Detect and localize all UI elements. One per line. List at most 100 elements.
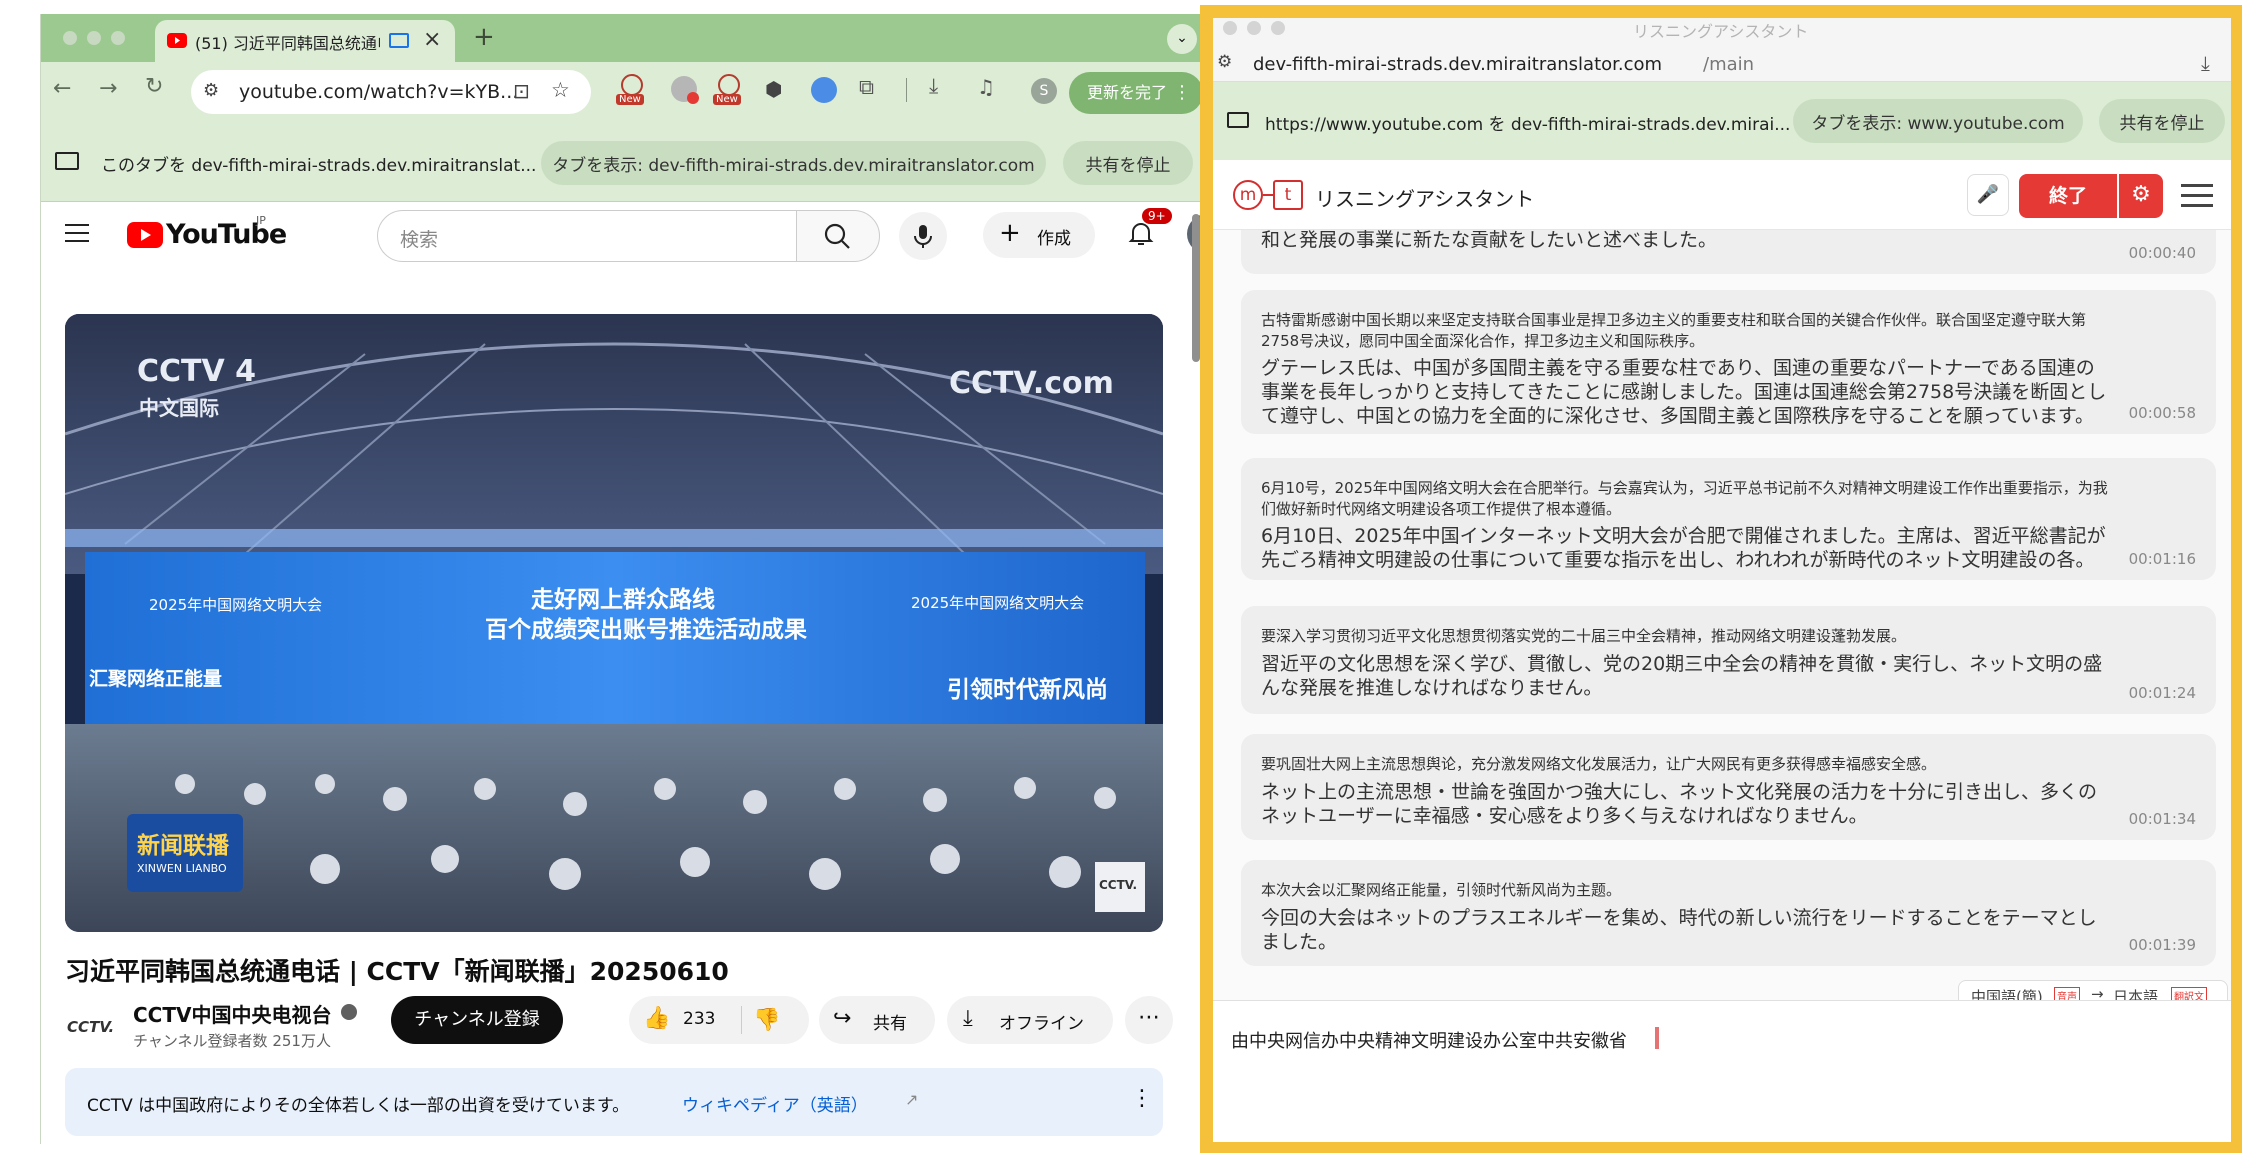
window-zoom-button[interactable] (111, 31, 125, 45)
assistant-window-title: リスニングアシスタント (1633, 22, 1809, 41)
transcript-card: 古特雷斯感谢中国长期以来坚定支持联合国事业是捍卫多边主义的重要支柱和联合国的关键… (1241, 290, 2216, 434)
assistant-download-icon[interactable]: ⤓ (2201, 51, 2210, 75)
youtube-logo-icon[interactable] (127, 222, 163, 248)
extension-shield-icon[interactable] (811, 77, 837, 103)
transcript-translation: ネット上の主流思想・世論を強固かつ強大にし、ネット文化発展の活力を十分に引き出し… (1261, 781, 2098, 827)
target-language: 日本語 (2113, 988, 2159, 1000)
assistant-site-info-icon[interactable]: ⚙ (1217, 52, 1232, 72)
assistant-close-button[interactable] (1223, 21, 1237, 35)
live-transcription-area: 由中央网信办中央精神文明建设办公室中共安徽省 (1213, 1000, 2231, 1142)
reload-icon[interactable]: ↻ (145, 74, 163, 99)
assistant-minimize-button[interactable] (1247, 21, 1261, 35)
plus-icon: + (999, 218, 1021, 248)
transcript-source: 6月10号，2025年中国网络文明大会在合肥举行。与会嘉宾认为，习近平总书记前不… (1261, 479, 2108, 518)
app-logo-connector (1263, 194, 1273, 196)
update-button[interactable]: 更新を完了 ⋮ (1069, 72, 1203, 114)
transcript-translation: 習近平の文化思想を深く学び、貫徹し、党の20期三中全会の精神を貫徹・実行し、ネッ… (1261, 653, 2103, 699)
search-button[interactable] (796, 210, 880, 262)
youtube-favicon-icon (167, 33, 187, 48)
media-controls-icon[interactable]: ♫ (977, 75, 995, 99)
tab-search-chevron-icon[interactable]: ⌄ (1167, 24, 1197, 54)
transcript-list[interactable]: 和と発展の事業に新たな貢献をしたいと述べました。 00:00:40 古特雷斯感谢… (1213, 230, 2231, 1000)
wikipedia-link[interactable]: ウィキペディア（英語） (682, 1091, 868, 1116)
more-actions-icon[interactable]: ⋯ (1125, 996, 1173, 1044)
extension-new-2-icon[interactable]: New (713, 74, 745, 110)
forward-arrow-icon[interactable]: → (99, 76, 117, 101)
assistant-url-host: dev-fifth-mirai-strads.dev.miraitranslat… (1253, 54, 1663, 75)
bookmark-star-icon[interactable]: ☆ (551, 78, 570, 102)
transcript-source: 本次大会以汇聚网络正能量，引领时代新风尚为主题。 (1261, 881, 1622, 899)
assistant-zoom-button[interactable] (1271, 21, 1285, 35)
stop-sharing-button[interactable]: 共有を停止 (1063, 141, 1193, 185)
end-session-button[interactable]: 終了 (2019, 174, 2117, 218)
profile-avatar[interactable]: S (1031, 78, 1057, 104)
transcript-translation: 6月10日、2025年中国インターネット文明大会が合肥で開催されました。主席は、… (1261, 525, 2106, 571)
youtube-logo-text[interactable]: YouTube (166, 219, 287, 250)
notifications-button[interactable]: 9+ (1126, 208, 1172, 248)
info-more-icon[interactable]: ⋮ (1131, 1086, 1153, 1111)
browser-menu-icon[interactable]: ⋮ (1173, 72, 1191, 114)
tab-youtube[interactable]: (51) 习近平同韩国总统通电话 × (155, 20, 455, 62)
extension-blocked-icon[interactable] (671, 76, 699, 104)
tab-close-icon[interactable]: × (423, 27, 441, 52)
window-minimize-button[interactable] (87, 31, 101, 45)
youtube-region-label: JP (256, 214, 266, 227)
back-arrow-icon[interactable]: ← (53, 76, 71, 101)
channel-name[interactable]: CCTV中国中央电视台 (133, 999, 331, 1028)
show-tab-button[interactable]: タブを表示: dev-fifth-mirai-strads.dev.mirait… (541, 141, 1046, 185)
youtube-page: YouTube JP 検索 + 作成 9+ S (41, 202, 1203, 1144)
assistant-show-tab-button[interactable]: タブを表示: www.youtube.com (1793, 99, 2083, 143)
extensions-puzzle-icon[interactable]: ⧉ (859, 75, 874, 100)
tab-strip: (51) 习近平同韩国总统通电话 × + ⌄ (41, 14, 1203, 62)
like-divider (741, 1006, 742, 1034)
transcript-card: 6月10号，2025年中国网络文明大会在合肥举行。与会嘉宾认为，习近平总书记前不… (1241, 458, 2216, 580)
assistant-stop-sharing-button[interactable]: 共有を停止 (2099, 99, 2225, 143)
language-pair-indicator[interactable]: 中国語(簡) 音声 → 日本語 翻訳文 (1958, 980, 2228, 1000)
window-close-button[interactable] (63, 31, 77, 45)
assistant-url-path: /main (1703, 54, 1755, 75)
extension-cube-icon[interactable]: ⬢ (765, 77, 782, 101)
address-bar[interactable]: ⚙ youtube.com/watch?v=kYB... ⊡ ☆ (191, 70, 591, 114)
video-player[interactable]: CCTV 4 中文国际 CCTV.com 2025年中国网络文明大会 2025年… (65, 314, 1163, 932)
sharing-screen-icon (55, 152, 79, 170)
transcript-source: 古特雷斯感谢中国长期以来坚定支持联合国事业是捍卫多边主义的重要支柱和联合国的关键… (1261, 311, 2087, 350)
voice-search-button[interactable] (899, 212, 947, 260)
search-input[interactable]: 検索 (377, 210, 797, 262)
like-dislike-group: 👍 233 👍 (629, 996, 809, 1044)
install-app-icon[interactable]: ⊡ (513, 79, 530, 103)
new-tab-button[interactable]: + (473, 22, 495, 52)
transcript-timestamp: 00:00:58 (2128, 404, 2196, 422)
assistant-sharing-bar: https://www.youtube.com を dev-fifth-mira… (1213, 82, 2231, 160)
search-placeholder: 検索 (400, 229, 439, 251)
offline-download-button[interactable]: ⤓ オフライン (947, 996, 1113, 1044)
create-label: 作成 (1037, 229, 1071, 249)
target-language-tag: 翻訳文 (2171, 987, 2207, 1000)
download-icon: ⤓ (963, 1006, 973, 1031)
assistant-address-bar[interactable]: ⚙ dev-fifth-mirai-strads.dev.miraitransl… (1213, 48, 2231, 82)
subscribe-button[interactable]: チャンネル登録 (391, 996, 563, 1044)
page-scrollbar[interactable] (1192, 214, 1200, 362)
downloads-icon[interactable]: ⤓ (929, 74, 938, 99)
menu-hamburger-icon[interactable] (2181, 184, 2213, 208)
screen-slogan-line1: 走好网上群众路线 (531, 587, 715, 613)
channel-avatar[interactable]: CCTV. (65, 1002, 117, 1054)
like-button[interactable]: 👍 (643, 1006, 670, 1031)
listening-assistant-window: リスニングアシスタント ⚙ dev-fifth-mirai-strads.dev… (1213, 18, 2231, 1142)
language-arrow-icon: → (2091, 985, 2104, 1000)
settings-gear-icon[interactable]: ⚙ (2119, 174, 2163, 218)
share-button[interactable]: ↪ 共有 (819, 996, 935, 1044)
youtube-browser-window: (51) 习近平同韩国总统通电话 × + ⌄ ← → ↻ ⚙ youtube.c… (40, 14, 1203, 1144)
hamburger-menu-icon[interactable] (65, 222, 89, 242)
source-language: 中国語(簡) (1971, 988, 2043, 1000)
extension-new-1-icon[interactable]: New (616, 74, 648, 110)
dislike-button[interactable]: 👍 (753, 1006, 780, 1031)
site-info-icon[interactable]: ⚙ (203, 80, 219, 101)
share-arrow-icon: ↪ (833, 1006, 852, 1031)
create-button[interactable]: + 作成 (983, 212, 1095, 258)
browser-toolbar: ← → ↻ ⚙ youtube.com/watch?v=kYB... ⊡ ☆ N… (41, 62, 1203, 124)
mic-muted-button[interactable]: 🎤 (1967, 174, 2009, 216)
sharing-bar-text: このタブを dev-fifth-mirai-strads.dev.miraitr… (101, 156, 537, 176)
external-link-icon: ↗ (905, 1090, 919, 1109)
assistant-app-header: m t リスニングアシスタント 🎤 終了 ⚙ (1213, 160, 2231, 230)
transcript-card: 本次大会以汇聚网络正能量，引领时代新风尚为主题。 今回の大会はネットのプラスエネ… (1241, 860, 2216, 966)
